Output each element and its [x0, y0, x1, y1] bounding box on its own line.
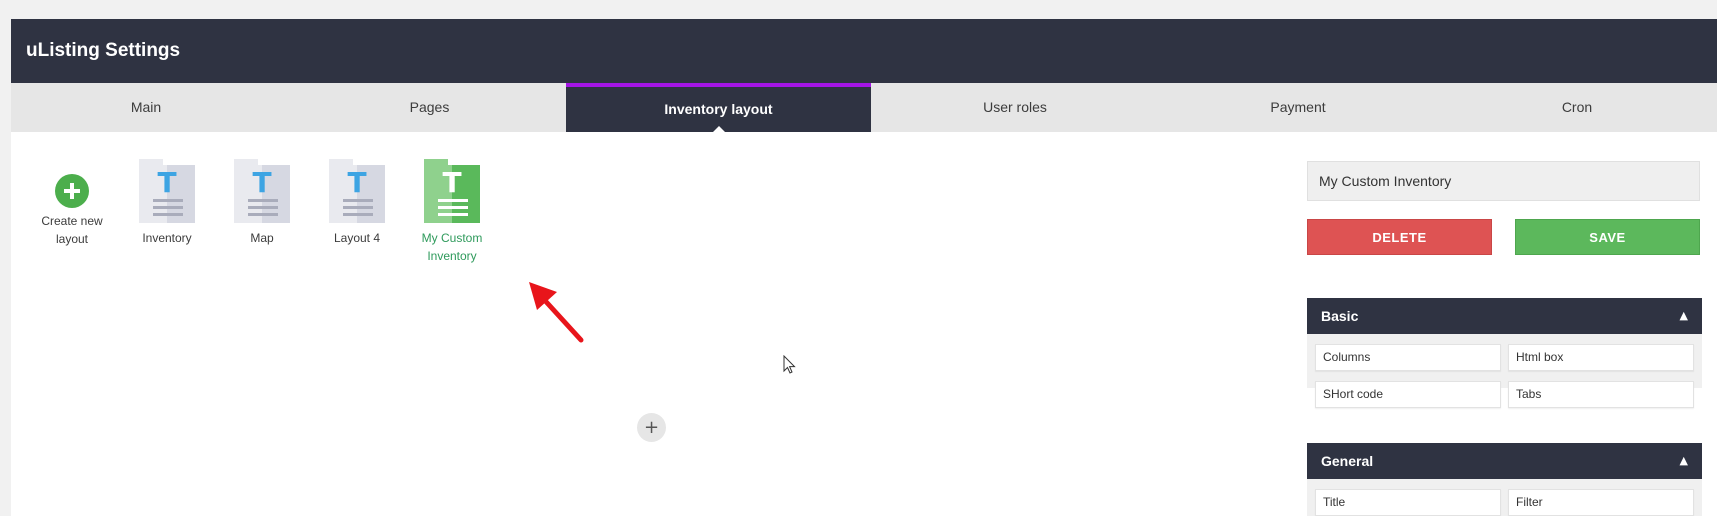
element-chip-filter[interactable]: Filter [1508, 489, 1694, 516]
layout-doc-icon: T [234, 159, 290, 223]
element-chip-tabs[interactable]: Tabs [1508, 381, 1694, 408]
section-title: Basic [1321, 308, 1359, 324]
layout-item-inventory[interactable]: T Inventory [122, 159, 212, 247]
create-new-layout-label: Create new layout [41, 214, 103, 246]
section-basic-header[interactable]: Basic ▲ [1307, 298, 1702, 334]
chevron-up-icon: ▲ [1679, 309, 1688, 322]
settings-panel: uListing Settings Main Pages Inventory l… [11, 19, 1717, 516]
layout-doc-icon: T [424, 159, 480, 223]
section-general-header[interactable]: General ▲ [1307, 443, 1702, 479]
add-row-button[interactable]: + [637, 413, 666, 442]
layout-item-label: Map [250, 231, 274, 245]
page-title: uListing Settings [26, 40, 181, 61]
chevron-up-icon: ▲ [1679, 454, 1688, 467]
layout-item-layout-4[interactable]: T Layout 4 [312, 159, 402, 247]
layout-name-input[interactable] [1307, 161, 1700, 201]
plus-circle-icon [55, 174, 89, 208]
layout-item-label: Layout 4 [333, 231, 381, 245]
tab-inventory-layout-label: Inventory layout [664, 101, 773, 117]
layout-sidebar: DELETE SAVE Basic ▲ Columns Html box SHo… [1307, 19, 1707, 516]
mouse-cursor-icon [783, 355, 796, 374]
layout-doc-icon: T [139, 159, 195, 223]
tab-main[interactable]: Main [11, 83, 281, 132]
layout-item-label: Inventory [142, 231, 192, 245]
tab-user-roles[interactable]: User roles [871, 83, 1159, 132]
layout-item-map[interactable]: T Map [217, 159, 307, 247]
delete-button[interactable]: DELETE [1307, 219, 1492, 255]
element-chip-columns[interactable]: Columns [1315, 344, 1501, 371]
layout-item-label: My Custom Inventory [421, 231, 483, 263]
section-basic: Basic ▲ Columns Html box SHort code Tabs [1307, 298, 1702, 408]
element-chip-short-code[interactable]: SHort code [1315, 381, 1501, 408]
layout-doc-icon: T [329, 159, 385, 223]
save-button[interactable]: SAVE [1515, 219, 1700, 255]
element-chip-html-box[interactable]: Html box [1508, 344, 1694, 371]
annotation-arrow-icon [529, 282, 584, 343]
section-title: General [1321, 453, 1374, 469]
tab-pages[interactable]: Pages [281, 83, 578, 132]
section-general: General ▲ Title Filter [1307, 443, 1702, 516]
tab-inventory-layout[interactable]: Inventory layout [566, 83, 871, 133]
element-chip-title[interactable]: Title [1315, 489, 1501, 516]
create-new-layout-button[interactable]: Create new layout [27, 174, 117, 248]
active-tab-caret [711, 126, 726, 133]
layout-item-my-custom-inventory[interactable]: T My Custom Inventory [407, 159, 497, 265]
